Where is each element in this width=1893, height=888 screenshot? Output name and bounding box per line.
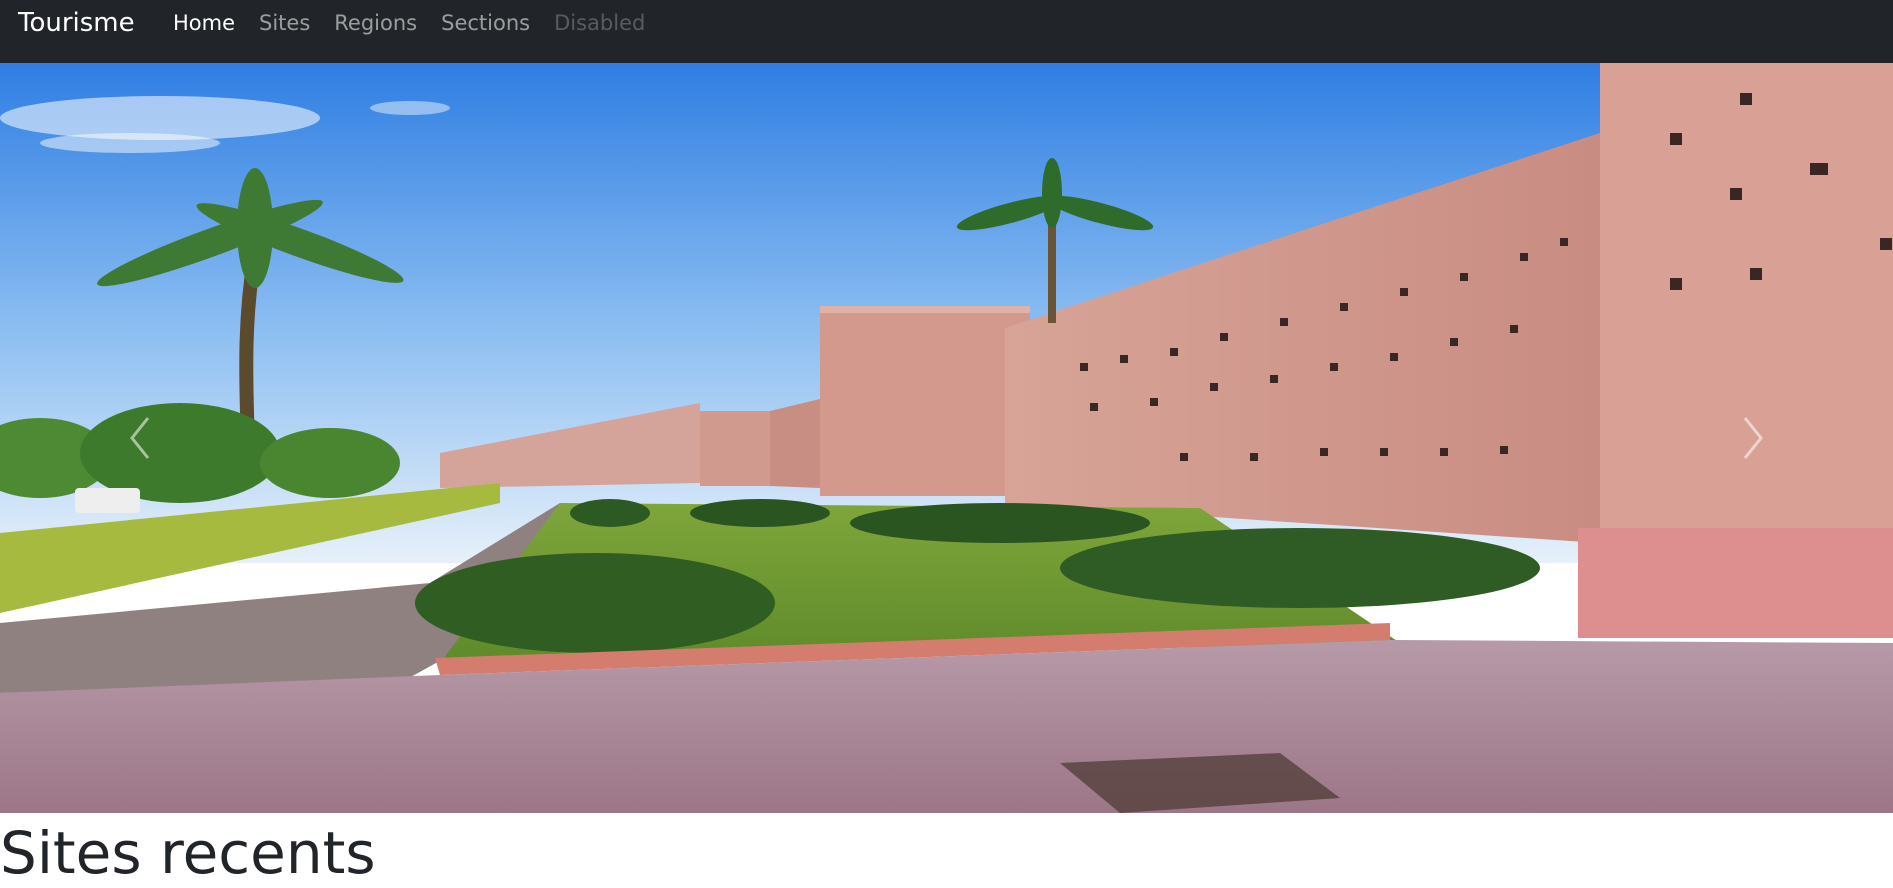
carousel-image (0, 63, 1893, 813)
carousel-prev-button[interactable] (0, 63, 280, 813)
nav-link-home[interactable]: Home (161, 8, 247, 38)
brand-link[interactable]: Tourisme (18, 6, 135, 40)
nav-item-sections: Sections (429, 8, 542, 38)
nav-item-disabled: Disabled (542, 8, 657, 38)
nav-link-regions[interactable]: Regions (322, 8, 429, 38)
top-navbar: Tourisme Home Sites Regions Sections Dis… (0, 0, 1893, 63)
nav-item-sites: Sites (247, 8, 322, 38)
page-title: Sites recents (0, 819, 376, 887)
nav-link-disabled: Disabled (554, 11, 646, 35)
chevron-right-icon (1743, 417, 1763, 459)
nav-link-sites[interactable]: Sites (247, 8, 322, 38)
carousel-next-button[interactable] (1613, 63, 1893, 813)
hero-carousel (0, 63, 1893, 813)
chevron-left-icon (130, 417, 150, 459)
nav-link-sections[interactable]: Sections (429, 8, 542, 38)
nav-item-regions: Regions (322, 8, 429, 38)
nav-item-home: Home (161, 8, 247, 38)
nav-list: Home Sites Regions Sections Disabled (161, 8, 657, 38)
